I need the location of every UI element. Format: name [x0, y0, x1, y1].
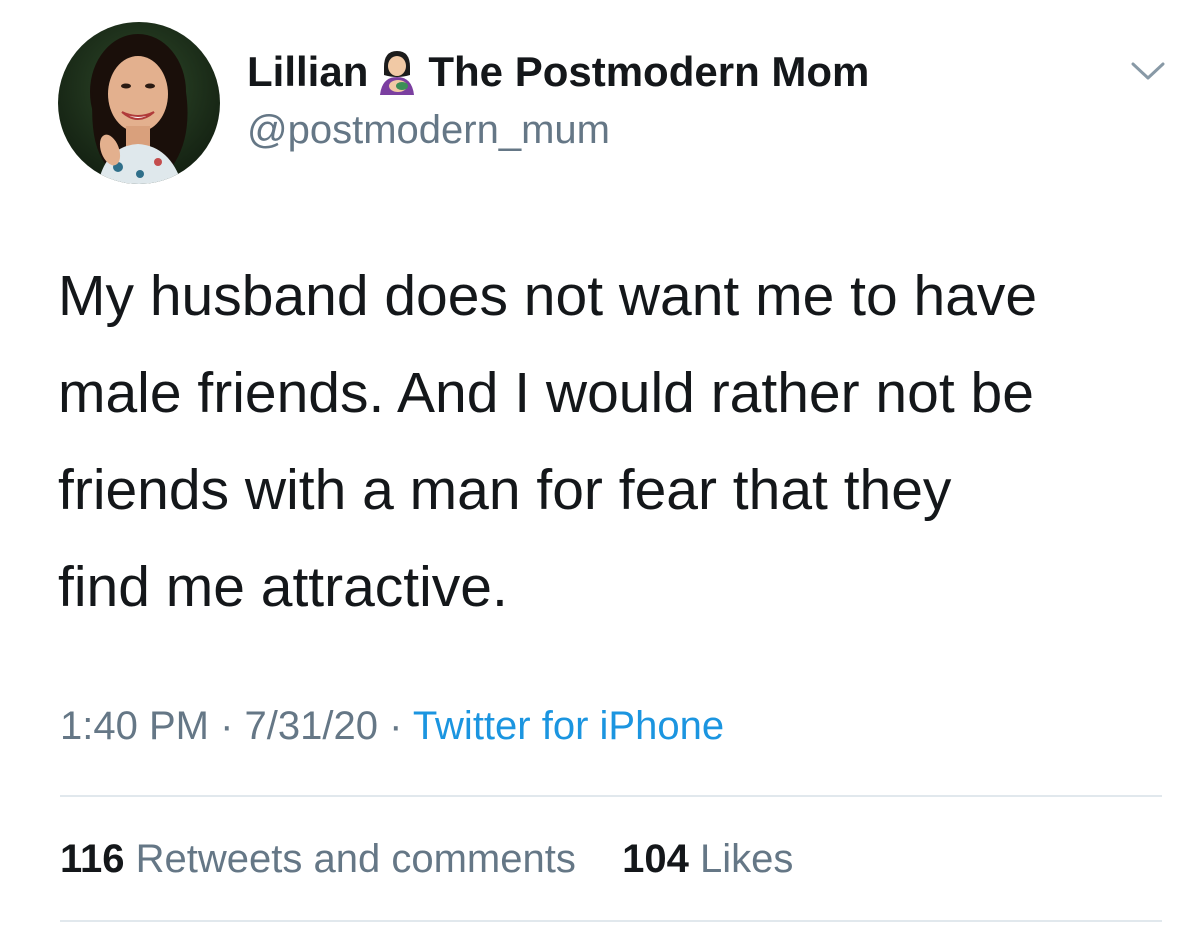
divider — [60, 795, 1162, 797]
tweet-time: 1:40 PM — [60, 704, 209, 748]
avatar-image — [58, 22, 220, 184]
tweet-stats: 116 Retweets and comments 104 Likes — [60, 833, 793, 885]
retweets-stat[interactable]: 116 Retweets and comments — [60, 837, 587, 881]
display-name[interactable]: Lillian The Postmodern Mom — [247, 46, 869, 98]
likes-label: Likes — [699, 837, 794, 881]
meta-separator: · — [377, 704, 413, 748]
likes-count: 104 — [622, 837, 689, 881]
tweet-date: 7/31/20 — [244, 704, 378, 748]
tweet-meta: 1:40 PM · 7/31/20 · Twitter for iPhone — [60, 700, 724, 752]
avatar[interactable] — [58, 22, 220, 184]
tweet-source-link[interactable]: Twitter for iPhone — [413, 704, 724, 748]
divider — [60, 920, 1162, 922]
user-handle[interactable]: @postmodern_mum — [247, 105, 610, 155]
chevron-down-icon[interactable] — [1128, 56, 1168, 86]
tweet-text: My husband does not want me to have male… — [58, 264, 1038, 619]
meta-separator: · — [208, 704, 245, 748]
display-name-suffix: The Postmodern Mom — [428, 48, 870, 95]
woman-feeding-baby-icon — [376, 49, 418, 95]
likes-stat[interactable]: 104 Likes — [611, 837, 793, 881]
display-name-first: Lillian — [247, 48, 369, 95]
retweets-count: 116 — [60, 837, 125, 881]
retweets-label: Retweets and comments — [135, 837, 576, 881]
